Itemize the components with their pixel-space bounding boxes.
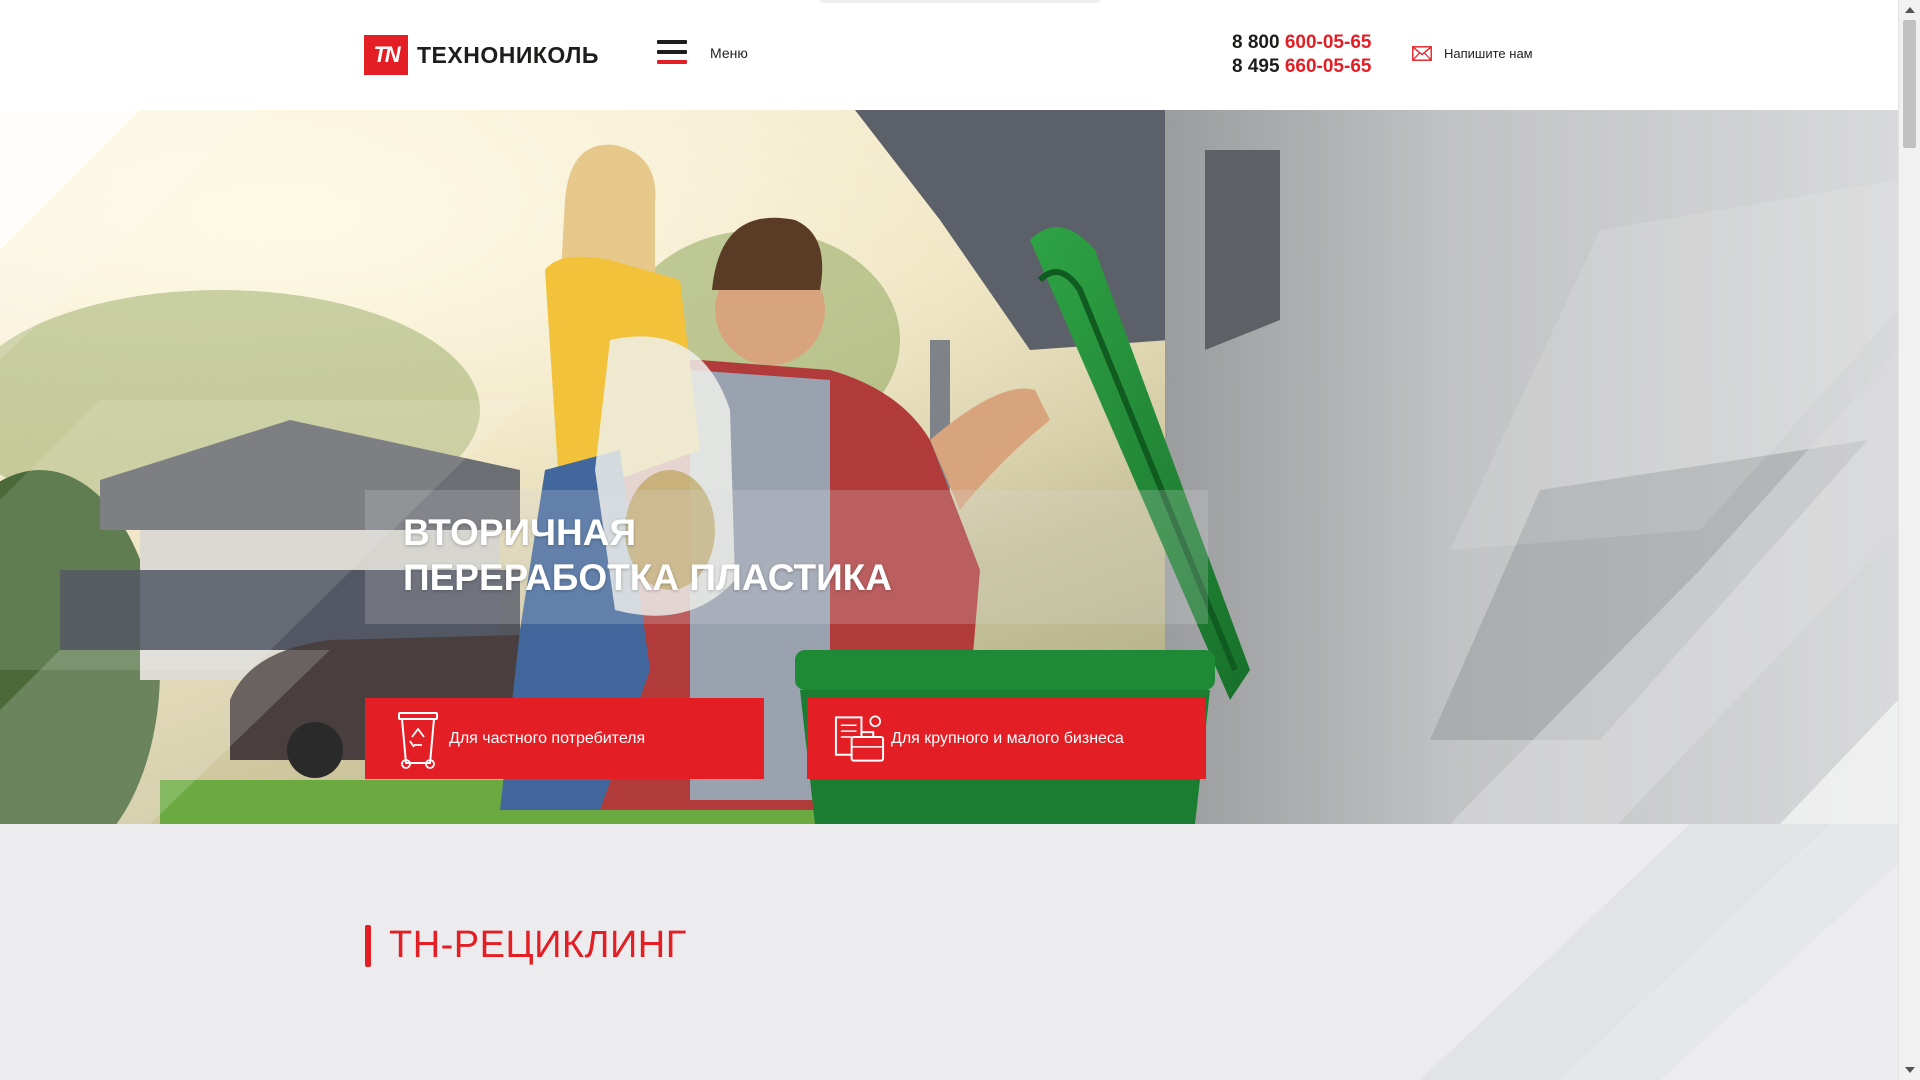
business-label: Для крупного и малого бизнеса xyxy=(891,729,1124,747)
header-notch xyxy=(820,0,1100,3)
scroll-up-icon[interactable] xyxy=(1905,7,1915,13)
phone-number: 600-05-65 xyxy=(1284,32,1372,53)
recycle-bin-icon xyxy=(390,709,445,769)
phone-link-1[interactable]: 8 800 600-05-65 xyxy=(1232,31,1371,55)
menu-label: Меню xyxy=(710,45,748,61)
business-button[interactable]: Для крупного и малого бизнеса xyxy=(807,698,1206,779)
site-header: TN ТЕХНОНИКОЛЬ Меню 8 800 600-05-65 8 49… xyxy=(0,0,1898,110)
hero-title-line-1: ВТОРИЧНАЯ xyxy=(403,512,637,553)
section-title: ТН-РЕЦИКЛИНГ xyxy=(365,924,687,967)
logo-mark-text: TN xyxy=(373,42,400,67)
recycling-section: ТН-РЕЦИКЛИНГ xyxy=(0,824,1898,1080)
write-us-link[interactable]: Напишите нам xyxy=(1412,46,1533,61)
hero-banner: ВТОРИЧНАЯ ПЕРЕРАБОТКА ПЛАСТИКА Для частн… xyxy=(0,110,1898,824)
phone-numbers: 8 800 600-05-65 8 495 660-05-65 xyxy=(1232,31,1371,79)
private-consumer-label: Для частного потребителя xyxy=(449,729,646,747)
phone-prefix: 8 495 xyxy=(1232,56,1280,77)
hero-title-box: ВТОРИЧНАЯ ПЕРЕРАБОТКА ПЛАСТИКА xyxy=(365,490,1208,624)
phone-prefix: 8 800 xyxy=(1232,32,1280,53)
scrollbar-thumb[interactable] xyxy=(1903,20,1916,148)
private-consumer-button[interactable]: Для частного потребителя xyxy=(365,698,764,779)
hamburger-icon xyxy=(657,40,687,66)
hero-title: ВТОРИЧНАЯ ПЕРЕРАБОТКА ПЛАСТИКА xyxy=(403,510,892,600)
logo[interactable]: TN ТЕХНОНИКОЛЬ xyxy=(364,34,599,76)
write-us-label: Напишите нам xyxy=(1444,46,1533,61)
briefcase-documents-icon xyxy=(832,709,887,769)
phone-link-2[interactable]: 8 495 660-05-65 xyxy=(1232,55,1371,79)
logo-icon: TN xyxy=(364,35,408,75)
envelope-icon xyxy=(1412,46,1432,61)
hero-title-line-2: ПЕРЕРАБОТКА ПЛАСТИКА xyxy=(403,557,892,598)
vertical-scrollbar[interactable] xyxy=(1898,0,1920,1080)
logo-text: ТЕХНОНИКОЛЬ xyxy=(417,41,599,68)
phone-number: 660-05-65 xyxy=(1284,56,1372,77)
title-accent-bar xyxy=(365,924,371,967)
menu-button[interactable]: Меню xyxy=(657,40,748,66)
scroll-down-icon[interactable] xyxy=(1905,1067,1915,1073)
section-stripes xyxy=(1420,824,1898,1080)
section-heading: ТН-РЕЦИКЛИНГ xyxy=(389,924,687,966)
